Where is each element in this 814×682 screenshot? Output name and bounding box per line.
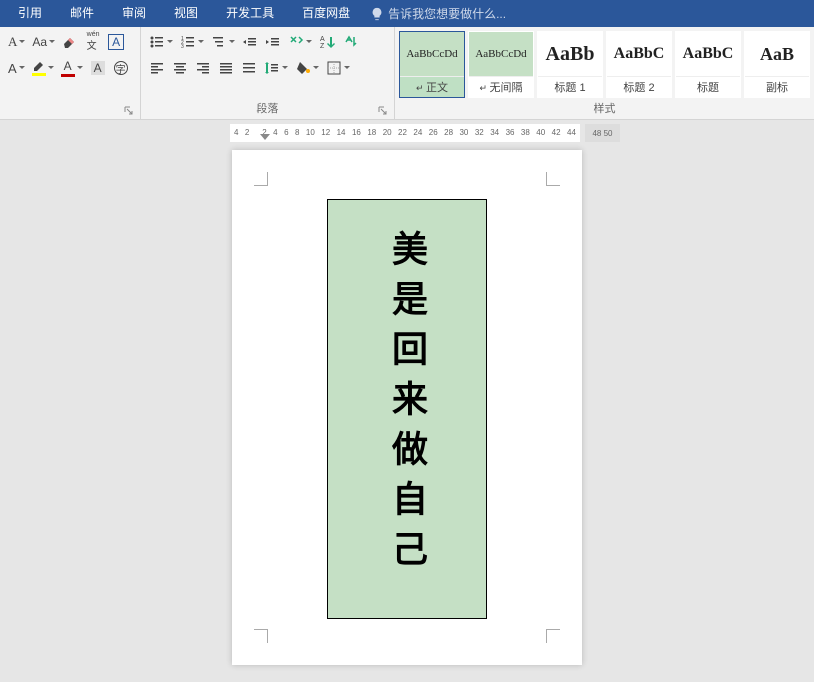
bullets-icon <box>149 34 165 50</box>
style-preview: AaB <box>745 32 809 76</box>
tell-me-search[interactable]: 告诉我您想要做什么... <box>370 5 506 22</box>
align-dist-icon <box>241 60 257 76</box>
svg-text:A: A <box>320 36 325 43</box>
multilevel-list-button[interactable] <box>209 31 237 53</box>
align-right-icon <box>195 60 211 76</box>
eraser-icon <box>62 34 78 50</box>
numbering-button[interactable]: 123 <box>178 31 206 53</box>
style-name: 正文 <box>400 76 464 97</box>
style-item-5[interactable]: AaB副标 <box>744 31 810 98</box>
highlight-color-button[interactable] <box>30 57 56 79</box>
enclose-characters-button[interactable]: 字 <box>111 57 131 79</box>
align-left-button[interactable] <box>147 57 167 79</box>
style-name: 标题 2 <box>607 76 671 97</box>
multilevel-icon <box>211 34 227 50</box>
tell-me-placeholder: 告诉我您想要做什么... <box>388 5 506 22</box>
svg-text:Z: Z <box>320 43 325 50</box>
ribbon: A Aa wén文 A A A A 字 123 <box>0 27 814 120</box>
align-left-icon <box>149 60 165 76</box>
outdent-icon <box>242 34 258 50</box>
font-color-button[interactable]: A <box>59 57 85 79</box>
bucket-icon <box>295 60 311 76</box>
menu-baidu[interactable]: 百度网盘 <box>288 0 364 27</box>
style-item-1[interactable]: AaBbCcDd无间隔 <box>468 31 534 98</box>
styles-gallery: AaBbCcDd正文AaBbCcDd无间隔AaBb标题 1AaBbC标题 2Aa… <box>395 27 814 98</box>
paragraph-group-label: 段落 <box>147 98 388 119</box>
menu-mailings[interactable]: 邮件 <box>56 0 108 27</box>
style-name: 标题 1 <box>538 76 602 97</box>
crop-mark <box>546 629 560 643</box>
align-center-icon <box>172 60 188 76</box>
phonetic-guide-button[interactable]: wén文 <box>83 31 103 53</box>
menu-review[interactable]: 审阅 <box>108 0 160 27</box>
menu-view[interactable]: 视图 <box>160 0 212 27</box>
ruler-margin: 48 50 <box>585 124 620 142</box>
menu-references[interactable]: 引用 <box>4 0 56 27</box>
page[interactable]: 美是回来做自己 <box>232 150 582 665</box>
first-line-indent-marker[interactable] <box>260 134 270 142</box>
style-preview: AaBbC <box>607 32 671 76</box>
horizontal-ruler[interactable]: 4224681012141618202224262830323436384042… <box>230 124 580 142</box>
change-case-button[interactable]: Aa <box>30 31 57 53</box>
style-preview: AaBbCcDd <box>400 32 464 76</box>
style-name: 标题 <box>676 76 740 97</box>
asian-layout-icon <box>288 34 304 50</box>
style-preview: AaBbCcDd <box>469 32 533 76</box>
bullets-button[interactable] <box>147 31 175 53</box>
paragraph-group: 123 AZ 段落 <box>141 27 395 119</box>
font-style-a-button[interactable]: A <box>6 31 27 53</box>
font-group-1: A Aa wén文 A A A A 字 <box>0 27 141 119</box>
show-marks-button[interactable] <box>340 31 360 53</box>
styles-group-label: 样式 <box>395 98 814 119</box>
style-item-4[interactable]: AaBbC标题 <box>675 31 741 98</box>
font-group-label <box>6 102 134 119</box>
increase-indent-button[interactable] <box>263 31 283 53</box>
character-border-button[interactable]: A <box>106 31 126 53</box>
borders-button[interactable] <box>324 57 352 79</box>
styles-group: AaBbCcDd正文AaBbCcDd无间隔AaBb标题 1AaBbC标题 2Aa… <box>395 27 814 119</box>
document-canvas: 美是回来做自己 <box>0 142 814 682</box>
indent-icon <box>265 34 281 50</box>
menubar: 引用 邮件 审阅 视图 开发工具 百度网盘 告诉我您想要做什么... <box>0 0 814 27</box>
pilcrow-icon <box>342 34 358 50</box>
align-right-button[interactable] <box>193 57 213 79</box>
paragraph-dialog-launcher[interactable] <box>378 106 388 116</box>
crop-mark <box>254 172 268 186</box>
align-justify-button[interactable] <box>216 57 236 79</box>
strikethrough-button[interactable]: A <box>6 57 27 79</box>
font-dialog-launcher[interactable] <box>124 106 134 116</box>
sort-icon: AZ <box>319 34 335 50</box>
highlighter-icon <box>32 60 46 72</box>
decrease-indent-button[interactable] <box>240 31 260 53</box>
menu-developer[interactable]: 开发工具 <box>212 0 288 27</box>
align-distributed-button[interactable] <box>239 57 259 79</box>
character-shading-button[interactable]: A <box>88 57 108 79</box>
style-item-0[interactable]: AaBbCcDd正文 <box>399 31 465 98</box>
style-preview: AaBbC <box>676 32 740 76</box>
crop-mark <box>546 172 560 186</box>
clear-formatting-button[interactable] <box>60 31 80 53</box>
style-name: 无间隔 <box>469 76 533 97</box>
line-spacing-icon <box>264 60 280 76</box>
svg-text:3: 3 <box>181 44 184 50</box>
lightbulb-icon <box>370 7 384 21</box>
asian-layout-button[interactable] <box>286 31 314 53</box>
align-justify-icon <box>218 60 234 76</box>
sort-button[interactable]: AZ <box>317 31 337 53</box>
shading-button[interactable] <box>293 57 321 79</box>
crop-mark <box>254 629 268 643</box>
numbering-icon: 123 <box>180 34 196 50</box>
style-item-2[interactable]: AaBb标题 1 <box>537 31 603 98</box>
style-preview: AaBb <box>538 32 602 76</box>
align-center-button[interactable] <box>170 57 190 79</box>
style-item-3[interactable]: AaBbC标题 2 <box>606 31 672 98</box>
style-name: 副标 <box>745 76 809 97</box>
text-box[interactable]: 美是回来做自己 <box>327 199 487 619</box>
borders-icon <box>326 60 342 76</box>
line-spacing-button[interactable] <box>262 57 290 79</box>
vertical-text-content[interactable]: 美是回来做自己 <box>381 230 433 580</box>
